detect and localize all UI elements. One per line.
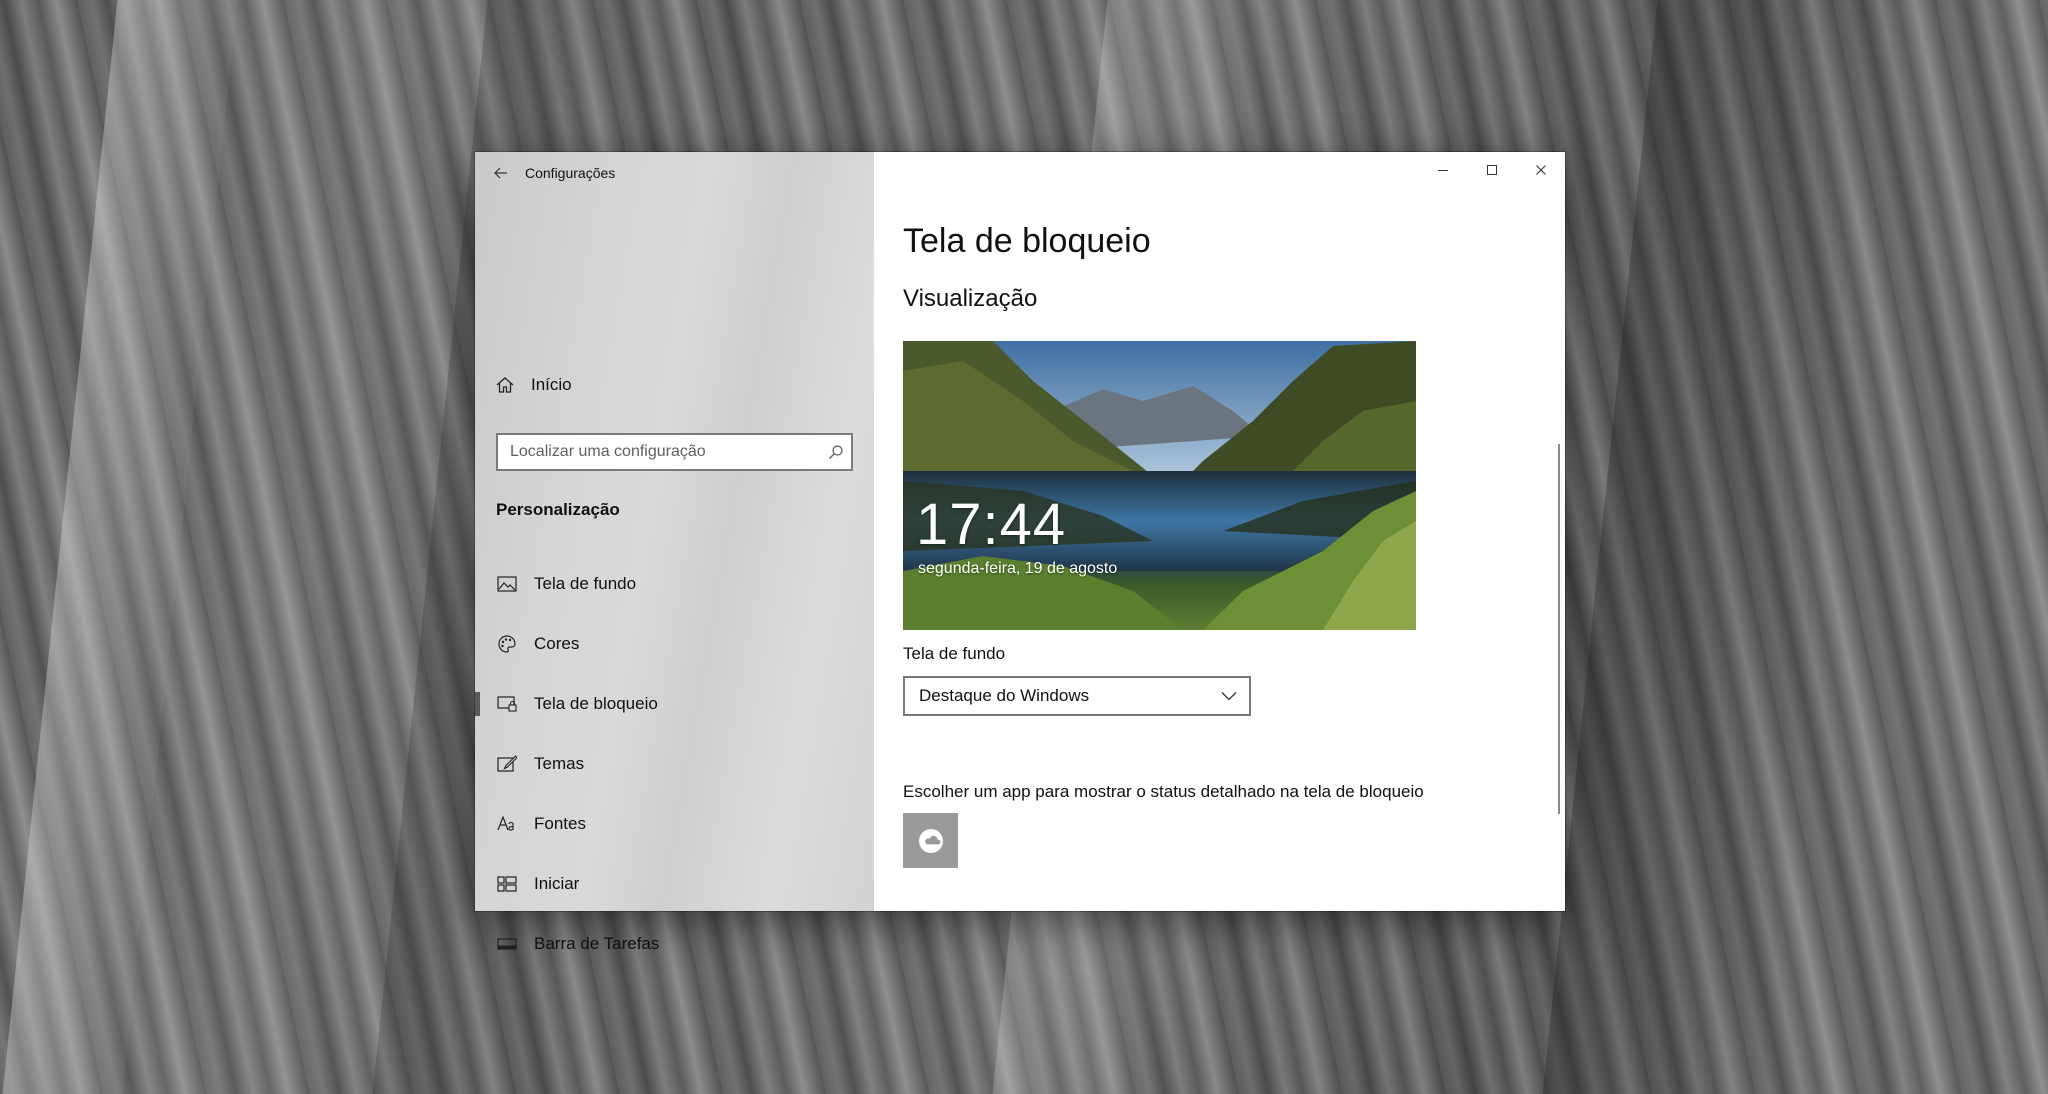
palette-icon (495, 634, 519, 654)
sidebar-item-fontes[interactable]: Fontes (475, 794, 874, 854)
sidebar-item-label: Tela de fundo (534, 574, 637, 593)
home-label: Início (531, 375, 572, 394)
minimize-button[interactable] (1418, 152, 1467, 188)
wallpaper-rock-texture (1542, 0, 1878, 1094)
background-label: Tela de fundo (903, 644, 1006, 663)
status-app-label: Escolher um app para mostrar o status de… (903, 782, 1424, 801)
page-title: Tela de bloqueio (903, 222, 1151, 260)
brush-icon (495, 754, 519, 774)
close-icon (1535, 165, 1546, 175)
background-dropdown[interactable]: Destaque do Windows (903, 676, 1251, 716)
sidebar-item-barra-de-tarefas[interactable]: Barra de Tarefas (475, 914, 874, 974)
window-controls (1418, 152, 1565, 188)
status-app-button[interactable] (903, 813, 958, 868)
sidebar-item-temas[interactable]: Temas (475, 734, 874, 794)
sidebar-nav: Tela de fundo Cores Tela de bloqueio Tem… (475, 554, 874, 974)
image-icon (495, 575, 519, 593)
maximize-icon (1486, 165, 1497, 175)
sidebar-item-tela-de-bloqueio[interactable]: Tela de bloqueio (475, 674, 874, 734)
preview-heading: Visualização (903, 285, 1038, 312)
start-icon (495, 876, 519, 892)
lock-time: 17:44 (916, 492, 1067, 557)
home-icon (496, 377, 514, 393)
settings-window: Configurações Início Personalização (475, 152, 1565, 953)
chevron-down-icon (1221, 692, 1237, 701)
sidebar-item-label: Tela de bloqueio (534, 694, 658, 713)
home-link[interactable]: Início (495, 375, 572, 395)
sidebar-item-label: Fontes (534, 814, 586, 833)
search-box[interactable] (496, 433, 853, 471)
maximize-button[interactable] (1467, 152, 1516, 188)
search-input[interactable] (498, 435, 821, 469)
landscape-image (903, 341, 1416, 630)
back-button[interactable] (475, 152, 527, 194)
sidebar: Configurações Início Personalização (475, 152, 874, 953)
content-pane: Tela de bloqueio Visualização 17:44 segu… (874, 152, 1565, 911)
font-icon (495, 815, 519, 833)
weather-icon (918, 828, 943, 853)
titlebar: Configurações (475, 152, 874, 194)
section-title: Personalização (496, 500, 620, 519)
sidebar-item-label: Temas (534, 754, 585, 773)
app-title: Configurações (525, 165, 616, 181)
sidebar-item-label: Cores (534, 634, 580, 653)
lock-screen-preview: 17:44 segunda-feira, 19 de agosto (903, 341, 1416, 630)
scrollbar[interactable] (1558, 444, 1560, 814)
close-button[interactable] (1516, 152, 1565, 188)
lock-date: segunda-feira, 19 de agosto (918, 560, 1118, 577)
sidebar-item-cores[interactable]: Cores (475, 614, 874, 674)
taskbar-icon (495, 937, 519, 951)
wallpaper-rock-texture (2, 0, 238, 1094)
sidebar-item-iniciar[interactable]: Iniciar (475, 854, 874, 914)
minimize-icon (1437, 170, 1448, 171)
sidebar-item-label: Barra de Tarefas (534, 934, 660, 953)
search-icon[interactable] (821, 444, 851, 460)
sidebar-item-label: Iniciar (534, 874, 580, 893)
sidebar-item-tela-de-fundo[interactable]: Tela de fundo (475, 554, 874, 614)
back-arrow-icon (494, 167, 507, 179)
dropdown-value: Destaque do Windows (919, 686, 1090, 705)
lock-screen-icon (495, 695, 519, 713)
